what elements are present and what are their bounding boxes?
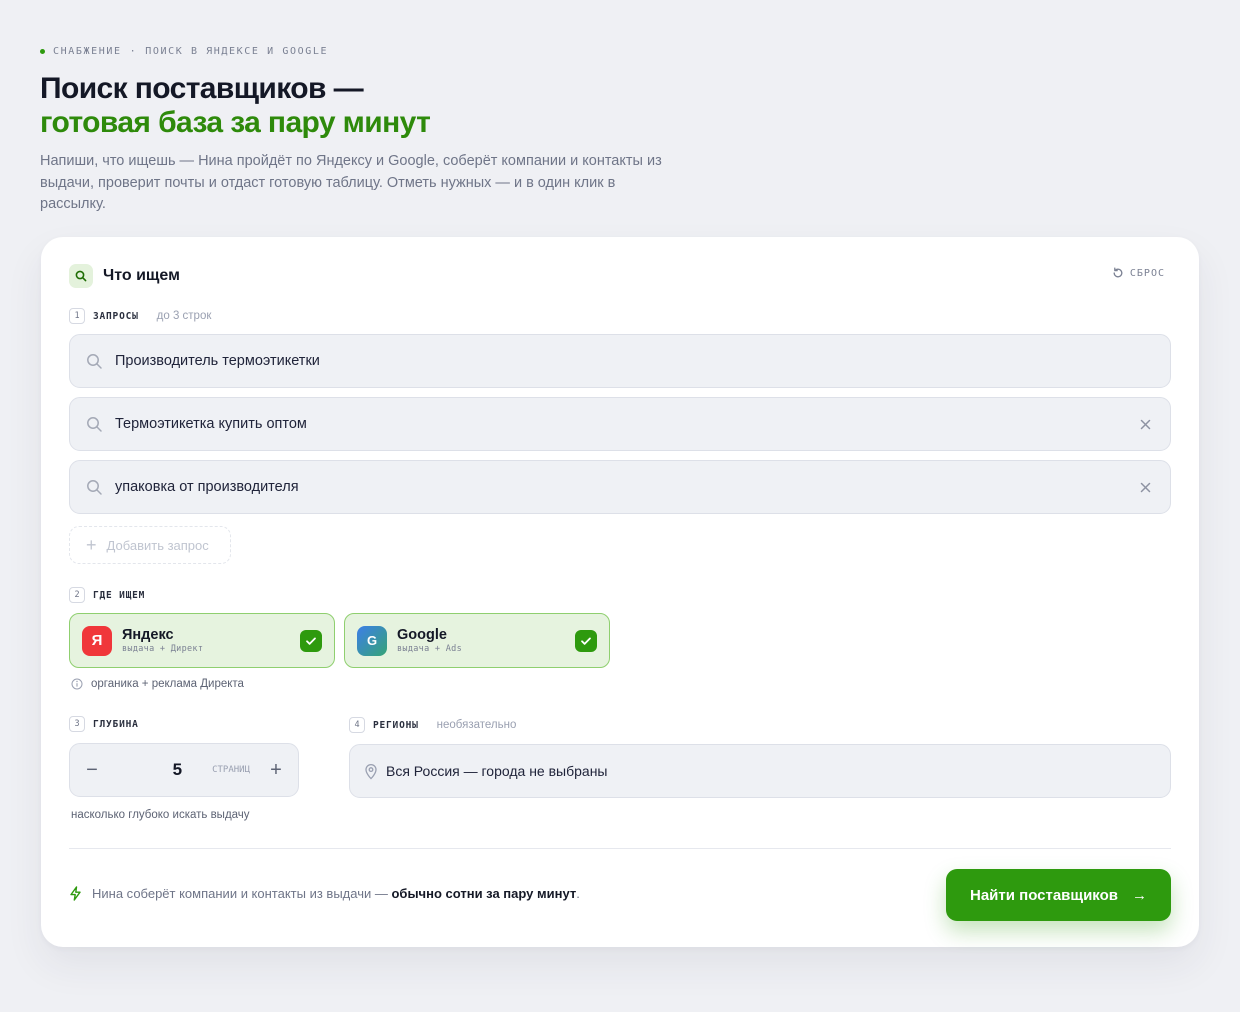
engines-note-text: органика + реклама Директа (91, 678, 244, 690)
footer-note: Нина соберёт компании и контакты из выда… (69, 886, 580, 901)
regions-select[interactable]: Вся Россия — города не выбраны (349, 744, 1171, 798)
lightning-icon (70, 886, 81, 901)
regions-value: Вся Россия — города не выбраны (386, 763, 608, 779)
google-logo-icon: G (357, 625, 387, 656)
regions-step: 4 РЕГИОНЫ необязательно (349, 717, 516, 733)
card-header: Что ищем (69, 264, 180, 288)
close-icon[interactable] (1136, 478, 1154, 496)
engine-sub: выдача + Директ (122, 644, 204, 654)
page-title-line2: готовая база за пару минут (40, 106, 431, 139)
reset-label: СБРОС (1129, 267, 1165, 279)
info-icon (71, 678, 83, 690)
reset-button[interactable]: СБРОС (1112, 267, 1165, 279)
query-text[interactable]: Производитель термоэтикетки (115, 353, 1154, 369)
depth-note: насколько глубоко искать выдачу (71, 809, 250, 821)
page-title: Поиск поставщиков — готовая база за пару… (40, 72, 431, 140)
step-number: 3 (69, 716, 85, 732)
engine-toggle-yandex[interactable]: Я Яндекс выдача + Директ (69, 613, 335, 668)
footer-note-suffix: . (576, 886, 580, 901)
query-input-3[interactable]: упаковка от производителя (69, 460, 1171, 514)
find-suppliers-button[interactable]: Найти поставщиков → (946, 869, 1171, 921)
card-title: Что ищем (103, 267, 180, 284)
engines-note: органика + реклама Директа (71, 678, 244, 690)
decrement-button[interactable]: − (84, 760, 100, 780)
step-label: ГЛУБИНА (93, 718, 139, 730)
step-label: ГДЕ ИЩЕМ (93, 589, 146, 601)
page-title-line1: Поиск поставщиков — (40, 72, 364, 105)
add-query-button[interactable]: + Добавить запрос (69, 526, 231, 564)
search-icon (86, 479, 103, 496)
divider (69, 848, 1171, 849)
step-label: ЗАПРОСЫ (93, 310, 139, 322)
breadcrumb-separator: · (129, 46, 138, 57)
depth-step: 3 ГЛУБИНА (69, 716, 139, 732)
engine-name: Google (397, 627, 447, 643)
depth-stepper[interactable]: − 5 СТРАНИЦ + (69, 743, 299, 797)
step-number: 2 (69, 587, 85, 603)
step-number: 4 (349, 717, 365, 733)
breadcrumb: СНАБЖЕНИЕ · ПОИСК В ЯНДЕКСЕ И GOOGLE (40, 46, 328, 57)
search-icon (69, 264, 93, 288)
arrow-right-icon: → (1131, 886, 1147, 904)
engine-name: Яндекс (122, 627, 174, 643)
plus-icon: + (86, 535, 97, 555)
reset-icon (1113, 267, 1123, 278)
engines-step: 2 ГДЕ ИЩЕМ (69, 587, 145, 603)
increment-button[interactable]: + (268, 760, 284, 780)
search-icon (86, 416, 103, 433)
search-card: Что ищем СБРОС 1 ЗАПРОСЫ до 3 строк Прои… (41, 237, 1199, 947)
breadcrumb-section: СНАБЖЕНИЕ (53, 46, 122, 57)
status-dot (40, 49, 45, 54)
checkbox-checked-icon[interactable] (575, 629, 597, 652)
page-subtitle: Напиши, что ищешь — Нина пройдёт по Янде… (40, 153, 662, 212)
close-icon[interactable] (1136, 415, 1154, 433)
step-hint: до 3 строк (156, 310, 212, 322)
query-input-1[interactable]: Производитель термоэтикетки (69, 334, 1171, 388)
location-pin-icon (364, 763, 378, 780)
step-hint: необязательно (436, 719, 517, 731)
query-input-2[interactable]: Термоэтикетка купить оптом (69, 397, 1171, 451)
query-text[interactable]: упаковка от производителя (115, 479, 1136, 495)
footer-note-bold: обычно сотни за пару минут (391, 886, 577, 901)
checkbox-checked-icon[interactable] (300, 629, 322, 652)
search-icon (86, 353, 103, 370)
engine-sub: выдача + Ads (397, 644, 463, 654)
engine-text: Google выдача + Ads (397, 627, 575, 654)
depth-value[interactable]: 5 (100, 760, 212, 780)
add-query-label: Добавить запрос (106, 537, 209, 553)
queries-step: 1 ЗАПРОСЫ до 3 строк (69, 308, 211, 324)
breadcrumb-page: ПОИСК В ЯНДЕКСЕ И GOOGLE (145, 46, 329, 57)
footer-note-prefix: Нина соберёт компании и контакты из выда… (92, 886, 388, 901)
query-text[interactable]: Термоэтикетка купить оптом (115, 416, 1136, 432)
yandex-logo-icon: Я (82, 625, 112, 656)
step-number: 1 (69, 308, 85, 324)
step-label: РЕГИОНЫ (373, 719, 419, 731)
engine-toggle-google[interactable]: G Google выдача + Ads (344, 613, 610, 668)
engine-text: Яндекс выдача + Директ (122, 627, 300, 654)
depth-unit: СТРАНИЦ (212, 765, 250, 775)
find-suppliers-label: Найти поставщиков (970, 886, 1118, 904)
